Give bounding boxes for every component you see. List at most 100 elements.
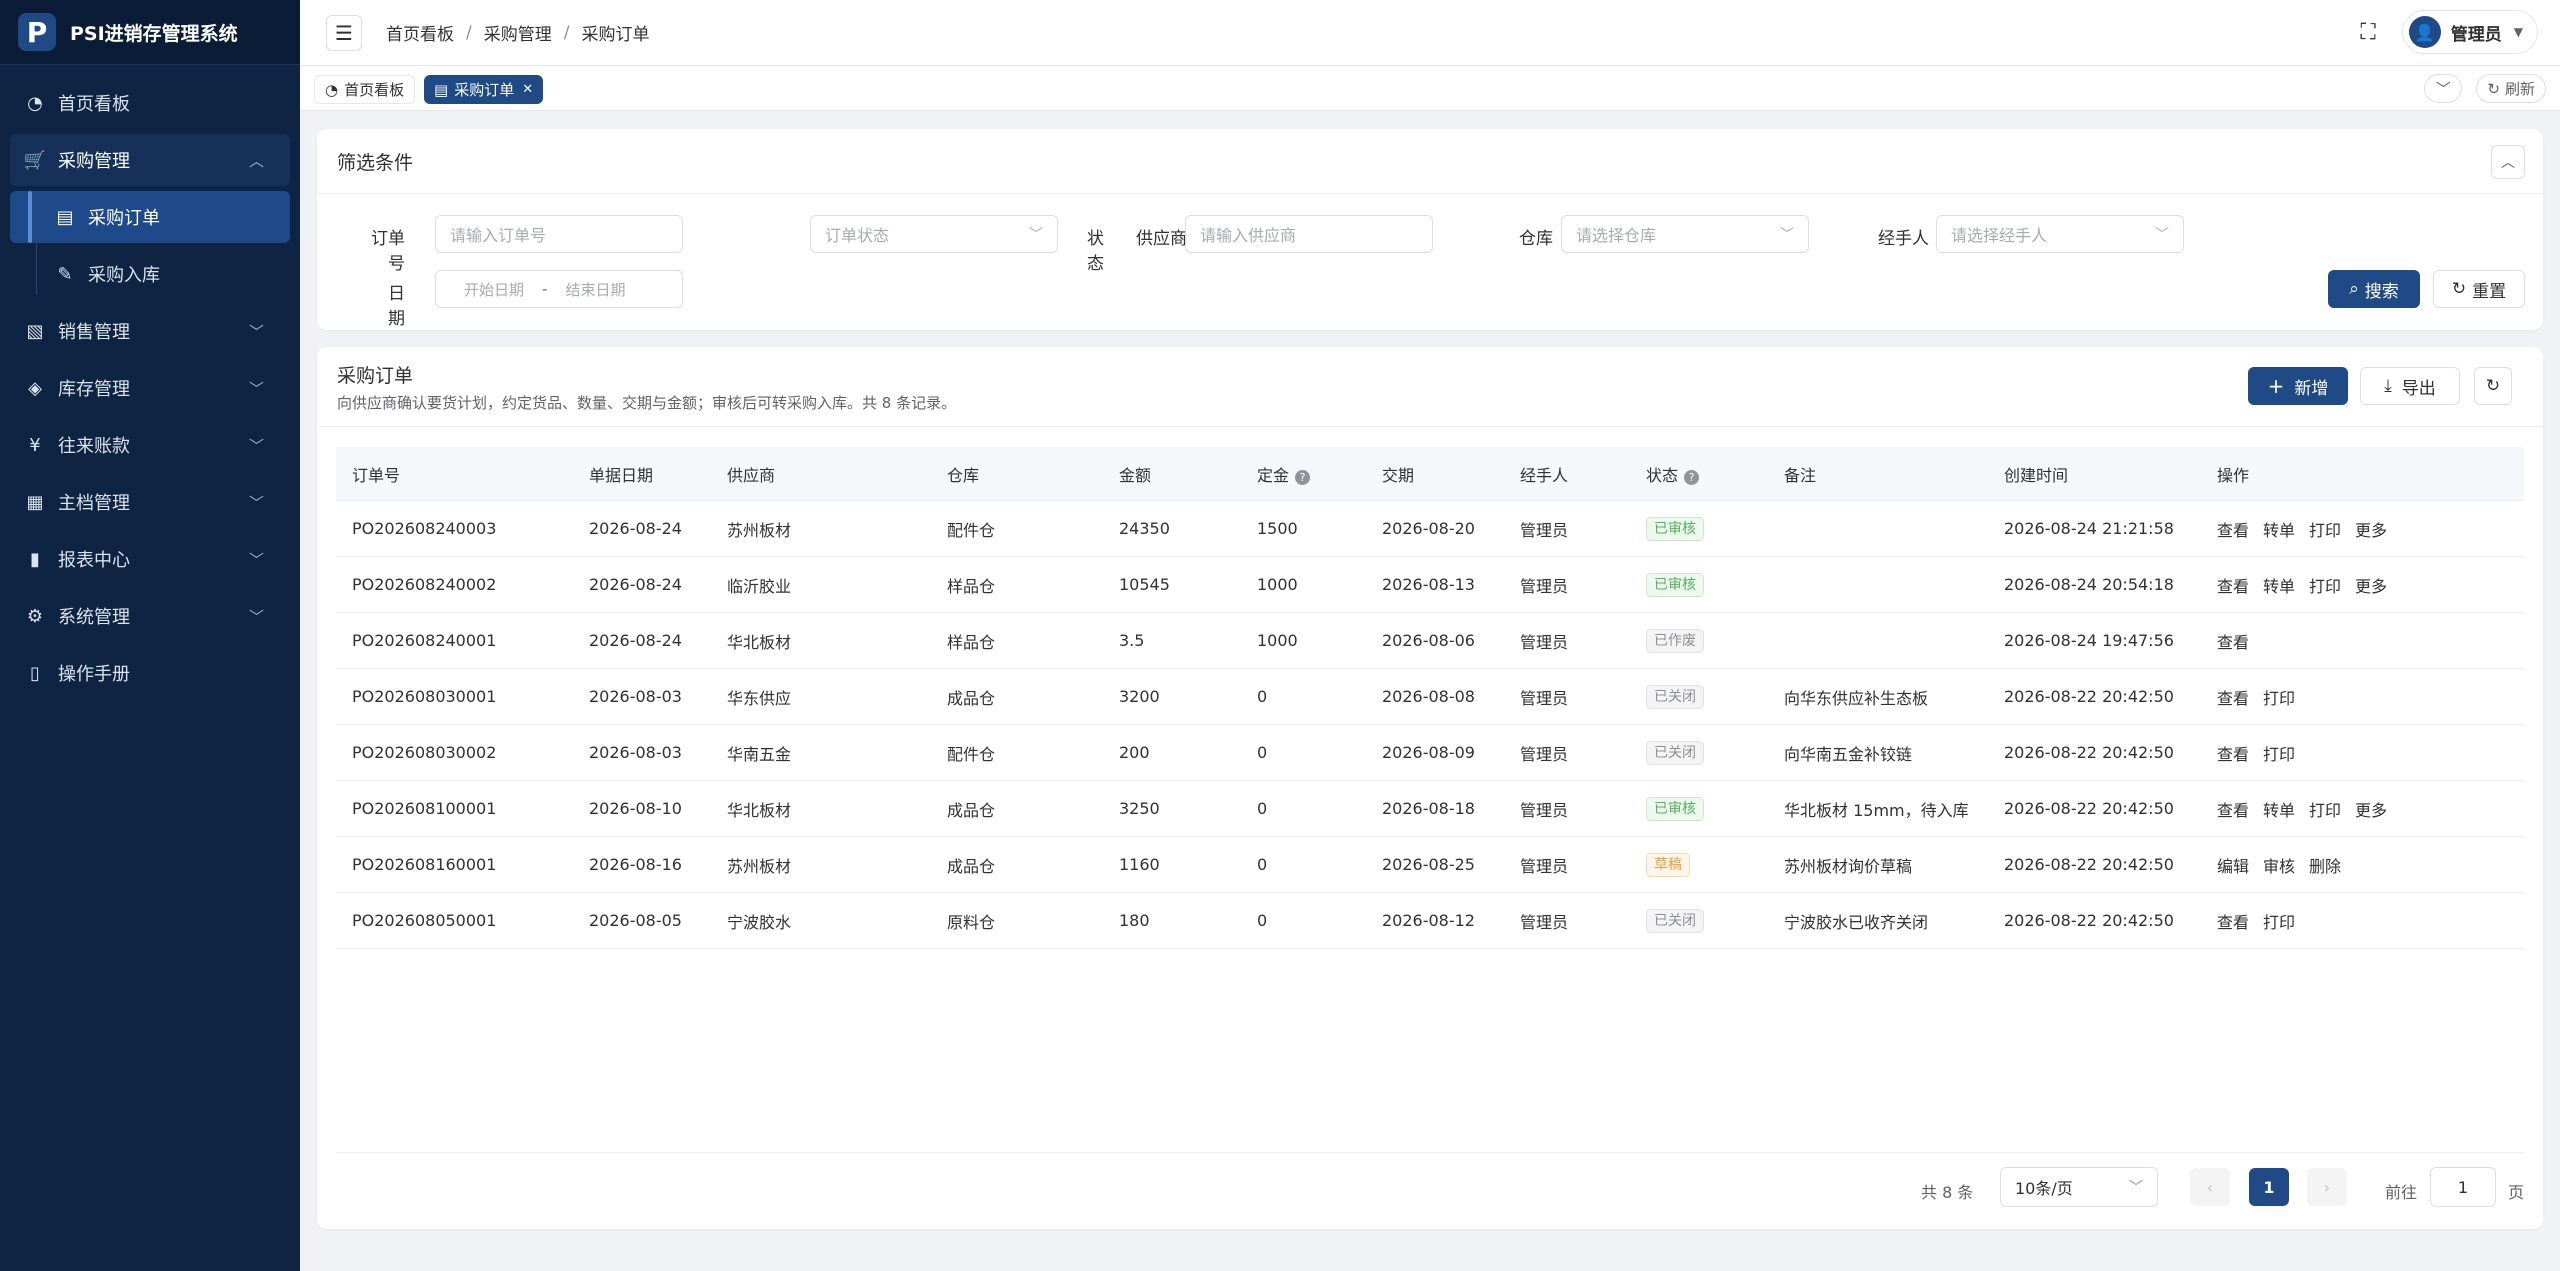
chevron-down-icon: ﹀ <box>248 436 264 455</box>
sidebar-item-label: 采购入库 <box>88 265 160 286</box>
row-action-link[interactable]: 删除 <box>2309 857 2341 876</box>
search-button[interactable]: ⌕ 搜索 <box>2328 270 2420 308</box>
sidebar-item-master[interactable]: ▦ 主档管理 ﹀ <box>10 476 290 528</box>
date-separator: - <box>542 280 548 298</box>
prev-page-button[interactable]: ‹ <box>2190 1168 2230 1206</box>
tab-home[interactable]: ◔ 首页看板 <box>314 75 416 104</box>
sidebar-item-purchase-order[interactable]: ▤ 采购订单 <box>10 191 290 243</box>
search-icon: ⌕ <box>2349 279 2359 299</box>
export-button[interactable]: ⤓ 导出 <box>2360 367 2460 405</box>
row-actions: 编辑 审核 删除 <box>2201 853 2501 877</box>
cell-amount: 3200 <box>1119 687 1160 706</box>
breadcrumb-item[interactable]: 采购管理 <box>484 20 552 45</box>
column-header: 供应商 <box>727 465 776 485</box>
book-icon: ▯ <box>30 662 40 684</box>
row-action-link[interactable]: 更多 <box>2355 801 2387 820</box>
help-icon[interactable]: ? <box>1295 469 1311 485</box>
orders-table: 订单号 单据日期 供应商 仓库 金额 定金? 交期 经手人 状态? 备注 创建时间 操作 PO2026… <box>336 447 2524 949</box>
row-action-link[interactable]: 打印 <box>2263 913 2295 932</box>
row-action-link[interactable]: 查看 <box>2217 801 2249 820</box>
row-action-link[interactable]: 查看 <box>2217 577 2249 596</box>
sidebar-item-dashboard[interactable]: ◔ 首页看板 <box>10 77 290 129</box>
user-menu[interactable]: 👤 管理员 ▼ <box>2401 10 2538 54</box>
warehouse-select[interactable]: 请选择仓库 ﹀ <box>1561 215 1809 253</box>
breadcrumb-item[interactable]: 首页看板 <box>386 20 454 45</box>
row-action-link[interactable]: 打印 <box>2309 801 2341 820</box>
tab-purchase-order[interactable]: ▤ 采购订单 ✕ <box>424 75 544 104</box>
chevron-down-icon: ﹀ <box>248 493 264 512</box>
purchase-submenu: ▤ 采购订单 ✎ 采购入库 <box>10 191 290 300</box>
date-end: 结束日期 <box>565 280 626 299</box>
brand-logo: P <box>18 13 56 51</box>
row-action-link[interactable]: 更多 <box>2355 577 2387 596</box>
row-action-link[interactable]: 转单 <box>2263 801 2295 820</box>
collapse-button[interactable]: ︿ <box>2491 145 2525 179</box>
sidebar-item-accounts[interactable]: ¥ 往来账款 ﹀ <box>10 419 290 471</box>
sidebar-item-inventory[interactable]: ◈ 库存管理 ﹀ <box>10 362 290 414</box>
reload-button[interactable]: ↻ <box>2474 367 2512 405</box>
brand: P PSI进销存管理系统 <box>0 0 300 65</box>
sidebar-item-manual[interactable]: ▯ 操作手册 <box>10 647 290 699</box>
cell-supplier: 华北板材 <box>727 632 792 652</box>
refresh-button[interactable]: ↻ 刷新 <box>2476 74 2546 103</box>
reset-button[interactable]: ↻ 重置 <box>2433 270 2525 308</box>
row-action-link[interactable]: 更多 <box>2355 521 2387 540</box>
fullscreen-icon[interactable]: ⛶ <box>2360 20 2375 45</box>
cell-deposit: 0 <box>1257 911 1268 930</box>
row-action-link[interactable]: 查看 <box>2217 913 2249 932</box>
chevron-down-icon: ﹀ <box>248 379 264 398</box>
chevron-down-icon: ﹀ <box>2129 1180 2143 1196</box>
chevron-up-icon: ︿ <box>248 151 264 170</box>
column-header: 仓库 <box>947 465 980 485</box>
add-button[interactable]: + 新增 <box>2248 367 2348 405</box>
page-size-select[interactable]: 10条/页 ﹀ <box>2000 1167 2158 1207</box>
tabs-dropdown-button[interactable]: ﹀ <box>2424 74 2463 103</box>
supplier-input[interactable]: 请输入供应商 <box>1185 215 1433 253</box>
gear-icon: ⚙ <box>26 605 44 627</box>
row-action-link[interactable]: 查看 <box>2217 633 2249 652</box>
stack-icon: ◈ <box>28 377 42 399</box>
order-no-input[interactable]: 请输入订单号 <box>435 215 683 253</box>
refresh-icon: ↻ <box>2485 376 2501 396</box>
next-page-button[interactable]: › <box>2307 1168 2347 1206</box>
menu-toggle-icon[interactable]: ☰ <box>326 14 362 51</box>
cell-due: 2026-08-13 <box>1382 575 1475 594</box>
row-action-link[interactable]: 查看 <box>2217 521 2249 540</box>
sidebar-item-purchase-inbound[interactable]: ✎ 采购入库 <box>10 248 290 300</box>
row-action-link[interactable]: 转单 <box>2263 577 2295 596</box>
close-icon[interactable]: ✕ <box>522 82 533 97</box>
row-action-link[interactable]: 打印 <box>2263 689 2295 708</box>
row-action-link[interactable]: 查看 <box>2217 689 2249 708</box>
cell-deposit: 0 <box>1257 687 1268 706</box>
cell-date: 2026-08-24 <box>589 519 682 538</box>
row-action-link[interactable]: 查看 <box>2217 745 2249 764</box>
cell-deposit: 1500 <box>1257 519 1298 538</box>
row-action-link[interactable]: 转单 <box>2263 521 2295 540</box>
cell-deposit: 0 <box>1257 855 1268 874</box>
row-action-link[interactable]: 打印 <box>2309 577 2341 596</box>
status-cell: 已关闭 <box>1630 740 1768 765</box>
goto-label: 前往 <box>2385 1183 2418 1202</box>
cell-supplier: 华东供应 <box>727 688 792 708</box>
top-header: ☰ 首页看板 / 采购管理 / 采购订单 ⛶ 👤 管理员 ▼ <box>300 0 2560 66</box>
sidebar-item-purchase[interactable]: 🛒 采购管理 ︿ <box>10 134 290 186</box>
handler-select[interactable]: 请选择经手人 ﹀ <box>1936 215 2184 253</box>
sidebar-item-label: 采购订单 <box>88 208 160 229</box>
row-action-link[interactable]: 编辑 <box>2217 857 2249 876</box>
sidebar-item-reports[interactable]: ▮ 报表中心 ﹀ <box>10 533 290 585</box>
sidebar-item-system[interactable]: ⚙ 系统管理 ﹀ <box>10 590 290 642</box>
cell-created: 2026-08-22 20:42:50 <box>2004 687 2174 706</box>
pager-total: 共 8 条 <box>1921 1183 1974 1202</box>
cell-no: PO202608240002 <box>352 575 497 594</box>
date-range-picker[interactable]: 开始日期 - 结束日期 <box>435 270 683 308</box>
sidebar-item-sales[interactable]: ▧ 销售管理 ﹀ <box>10 305 290 357</box>
page-number-button[interactable]: 1 <box>2249 1168 2289 1206</box>
row-action-link[interactable]: 打印 <box>2263 745 2295 764</box>
help-icon[interactable]: ? <box>1684 469 1700 485</box>
row-action-link[interactable]: 打印 <box>2309 521 2341 540</box>
row-action-link[interactable]: 审核 <box>2263 857 2295 876</box>
chart-icon: ▮ <box>30 548 40 570</box>
goto-page-input[interactable]: 1 <box>2430 1167 2496 1207</box>
status-select[interactable]: 订单状态 ﹀ <box>810 215 1058 253</box>
table-row: PO202608030001 2026-08-03 华东供应 成品仓 3200 0 2026… <box>336 669 2524 725</box>
